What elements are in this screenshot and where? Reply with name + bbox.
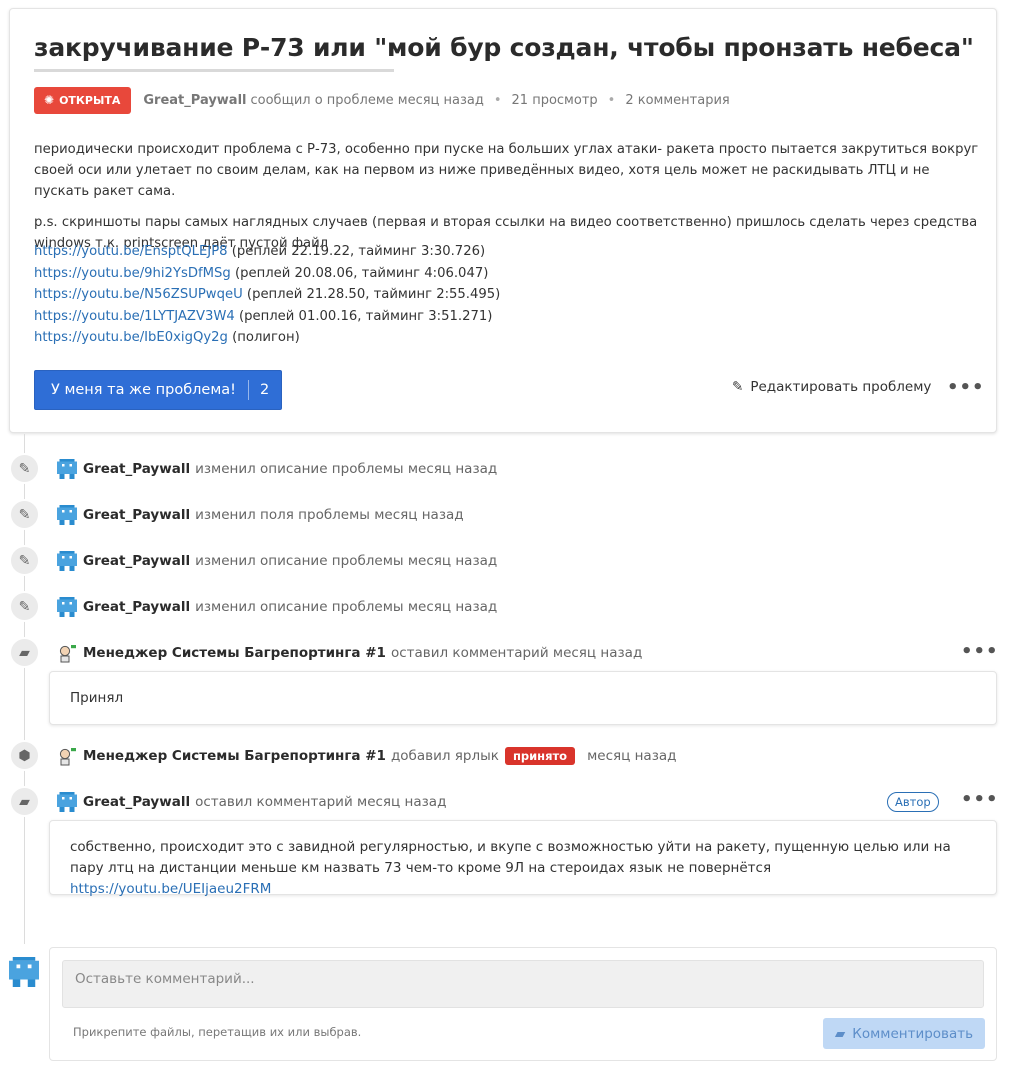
comment-author[interactable]: Great_Paywall (83, 794, 190, 810)
comment-link[interactable]: https://youtu.be/UEIjaeu2FRM (70, 881, 271, 897)
event-author[interactable]: Менеджер Системы Багрепортинга #1 (83, 748, 386, 764)
reported-text: сообщил о проблеме месяц назад (250, 92, 484, 108)
comment-header: Great_Paywall оставил комментарий месяц … (57, 790, 446, 814)
user-avatar[interactable] (57, 792, 77, 812)
event-text: изменил описание проблемы месяц назад (195, 599, 498, 615)
new-comment-form: Прикрепите файлы, перетащив их или выбра… (49, 947, 997, 1061)
title-underline (34, 69, 394, 72)
comment-icon: ▰ (9, 786, 40, 817)
submit-comment-button[interactable]: ▰ Комментировать (823, 1018, 985, 1049)
edit-issue-label: Редактировать проблему (750, 379, 932, 395)
user-avatar[interactable] (57, 551, 77, 571)
button-separator (247, 380, 249, 400)
issue-meta: ✺ ОТКРЫТА Great_Paywall сообщил о пробле… (34, 86, 730, 114)
pencil-icon: ✎ (9, 499, 40, 530)
manager-avatar[interactable] (57, 643, 77, 663)
comment-meta: оставил комментарий месяц назад (390, 645, 643, 661)
link-line: https://youtu.be/IbE0xigQy2g (полигон) (34, 327, 500, 349)
video-links: https://youtu.be/EnsptQLEJP8 (реплей 22.… (34, 241, 500, 349)
edit-issue-button[interactable]: ✎ Редактировать проблему (732, 379, 931, 395)
pencil-icon: ✎ (9, 545, 40, 576)
link-line: https://youtu.be/EnsptQLEJP8 (реплей 22.… (34, 241, 500, 263)
link-note: (полигон) (227, 330, 300, 345)
timeline-event: Great_Paywall изменил описание проблемы … (57, 595, 497, 619)
attach-files-hint[interactable]: Прикрепите файлы, перетащив их или выбра… (73, 1025, 361, 1039)
comment-icon: ▰ (834, 1025, 846, 1042)
author-badge: Автор (887, 792, 939, 812)
link-note: (реплей 21.28.50, тайминг 2:55.495) (242, 287, 501, 302)
pencil-icon: ✎ (732, 379, 744, 395)
status-badge-label: ОТКРЫТА (59, 93, 121, 107)
meta-separator: • (607, 92, 616, 108)
user-avatar[interactable] (57, 597, 77, 617)
event-time: месяц назад (587, 748, 677, 764)
link-note: (реплей 20.08.06, тайминг 4:06.047) (230, 265, 489, 281)
bug-icon: ✺ (44, 93, 55, 107)
user-avatar[interactable] (57, 505, 77, 525)
event-author[interactable]: Great_Paywall (83, 599, 190, 615)
submit-comment-label: Комментировать (852, 1025, 974, 1042)
comment-input[interactable] (62, 960, 984, 1008)
comment-header: Менеджер Системы Багрепортинга #1 остави… (57, 641, 642, 665)
issue-author[interactable]: Great_Paywall (143, 93, 246, 108)
video-link[interactable]: https://youtu.be/N56ZSUPwqeU (34, 287, 243, 302)
timeline-event: Great_Paywall изменил поля проблемы меся… (57, 503, 464, 527)
link-note: (реплей 01.00.16, тайминг 3:51.271) (234, 308, 493, 324)
same-problem-label: У меня та же проблема! (51, 382, 236, 398)
comment-body: Принял (49, 671, 997, 725)
pencil-icon: ✎ (9, 591, 40, 622)
link-line: https://youtu.be/N56ZSUPwqeU (реплей 21.… (34, 284, 500, 306)
user-avatar[interactable] (57, 459, 77, 479)
timeline-event: Great_Paywall изменил описание проблемы … (57, 549, 497, 573)
comments-count: 2 комментария (625, 92, 730, 108)
more-options-icon[interactable]: ••• (961, 789, 999, 810)
comment-body: собственно, происходит это с завидной ре… (49, 820, 997, 897)
views-count: 21 просмотр (511, 92, 598, 108)
event-text: добавил ярлык (390, 748, 499, 764)
tag-icon: ⬢ (9, 740, 40, 771)
more-options-icon[interactable]: ••• (961, 641, 999, 662)
event-author[interactable]: Great_Paywall (83, 507, 190, 523)
manager-avatar[interactable] (57, 746, 77, 766)
video-link[interactable]: https://youtu.be/9hi2YsDfMSg (34, 266, 231, 281)
issue-title: закручивание Р-73 или "мой бур создан, ч… (34, 33, 974, 62)
pencil-icon: ✎ (9, 453, 40, 484)
comment-author[interactable]: Менеджер Системы Багрепортинга #1 (83, 645, 386, 661)
video-link[interactable]: https://youtu.be/EnsptQLEJP8 (34, 244, 228, 259)
event-author[interactable]: Great_Paywall (83, 553, 190, 569)
more-options-icon[interactable]: ••• (947, 377, 985, 398)
description-paragraph: периодически происходит проблема с Р-73,… (34, 142, 979, 199)
event-text: изменил поля проблемы месяц назад (195, 507, 464, 523)
comment-icon: ▰ (9, 637, 40, 668)
event-author[interactable]: Great_Paywall (83, 461, 190, 477)
event-text: изменил описание проблемы месяц назад (195, 461, 498, 477)
link-note: (реплей 22.19.22, тайминг 3:30.726) (227, 244, 486, 259)
same-problem-button[interactable]: У меня та же проблема! 2 (34, 370, 282, 410)
link-line: https://youtu.be/1LYTJAZV3W4 (реплей 01.… (34, 306, 500, 328)
timeline-event: Менеджер Системы Багрепортинга #1 добави… (57, 744, 676, 768)
comment-text: Принял (70, 690, 124, 706)
link-line: https://youtu.be/9hi2YsDfMSg (реплей 20.… (34, 263, 500, 285)
comment-text: собственно, происходит это с завидной ре… (70, 839, 951, 876)
issue-card: закручивание Р-73 или "мой бур создан, ч… (9, 8, 997, 433)
video-link[interactable]: https://youtu.be/1LYTJAZV3W4 (34, 309, 235, 324)
same-problem-count: 2 (259, 382, 270, 398)
timeline-event: Great_Paywall изменил описание проблемы … (57, 457, 497, 481)
comment-meta: оставил комментарий месяц назад (195, 794, 447, 810)
current-user-avatar[interactable] (9, 957, 39, 987)
status-badge: ✺ ОТКРЫТА (34, 86, 132, 114)
video-link[interactable]: https://youtu.be/IbE0xigQy2g (34, 330, 228, 345)
event-text: изменил описание проблемы месяц назад (195, 553, 498, 569)
meta-separator: • (493, 92, 502, 108)
accepted-label[interactable]: принято (504, 747, 576, 765)
